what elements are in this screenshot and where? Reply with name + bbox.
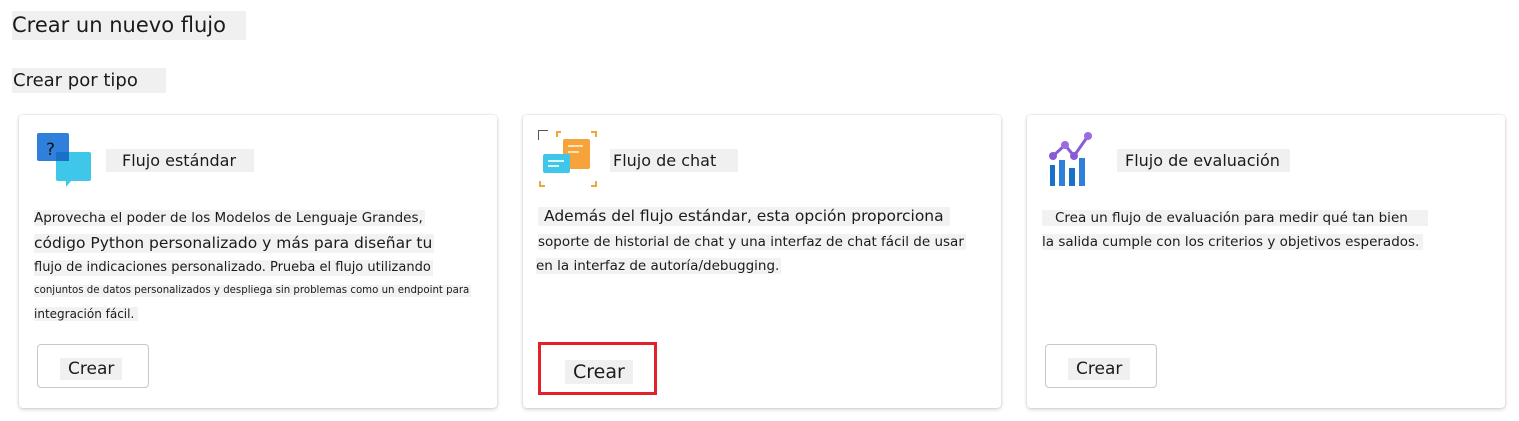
standard-flow-desc-line-3: flujo de indicaciones personalizado. Pru… (34, 260, 433, 276)
create-button-label: Crear (1068, 358, 1131, 380)
chat-flow-desc-line-1: Además del flujo estándar, esta opción p… (538, 207, 950, 226)
evaluation-flow-card: Flujo de evaluación Crea un flujo de eva… (1027, 115, 1505, 408)
section-title: Crear por tipo (12, 68, 166, 93)
standard-flow-desc-line-5: integración fácil. (34, 307, 139, 322)
chat-flow-card: Flujo de chat Además del flujo estándar,… (523, 115, 1001, 408)
standard-flow-title: Flujo estándar (106, 149, 255, 172)
create-button-label: Crear (565, 360, 633, 384)
question-chat-bubbles-icon: ? (36, 130, 94, 188)
standard-flow-desc-line-2: código Python personalizado y más para d… (34, 234, 435, 253)
svg-text:?: ? (46, 140, 55, 160)
standard-flow-create-button[interactable]: Crear (37, 344, 149, 388)
chat-flow-create-button[interactable]: Crear (538, 342, 657, 395)
create-button-label: Crear (60, 358, 123, 380)
evaluation-flow-desc-line-2: la salida cumple con los criterios y obj… (1042, 234, 1424, 251)
standard-flow-desc-line-4: conjuntos de datos personalizados y desp… (34, 285, 472, 298)
evaluation-flow-desc-line-1: Crea un flujo de evaluación para medir q… (1042, 210, 1428, 227)
page-title: Crear un nuevo flujo (12, 11, 246, 40)
create-flow-page: Crear un nuevo flujo Crear por tipo ? Fl… (0, 0, 1519, 421)
standard-flow-card: ? Flujo estándar Aprovecha el poder de l… (19, 115, 497, 408)
standard-flow-desc-line-1: Aprovecha el poder de los Modelos de Len… (34, 210, 425, 227)
chat-conversation-icon (539, 131, 597, 189)
evaluation-flow-create-button[interactable]: Crear (1045, 344, 1157, 388)
evaluation-chart-icon (1047, 132, 1105, 190)
evaluation-flow-title: Flujo de evaluación (1117, 149, 1290, 172)
chat-flow-desc-line-3: en la interfaz de autoría/debugging. (536, 258, 782, 275)
chat-flow-desc-line-2: soporte de historial de chat y una inter… (538, 234, 966, 251)
chat-flow-title: Flujo de chat (610, 149, 739, 172)
